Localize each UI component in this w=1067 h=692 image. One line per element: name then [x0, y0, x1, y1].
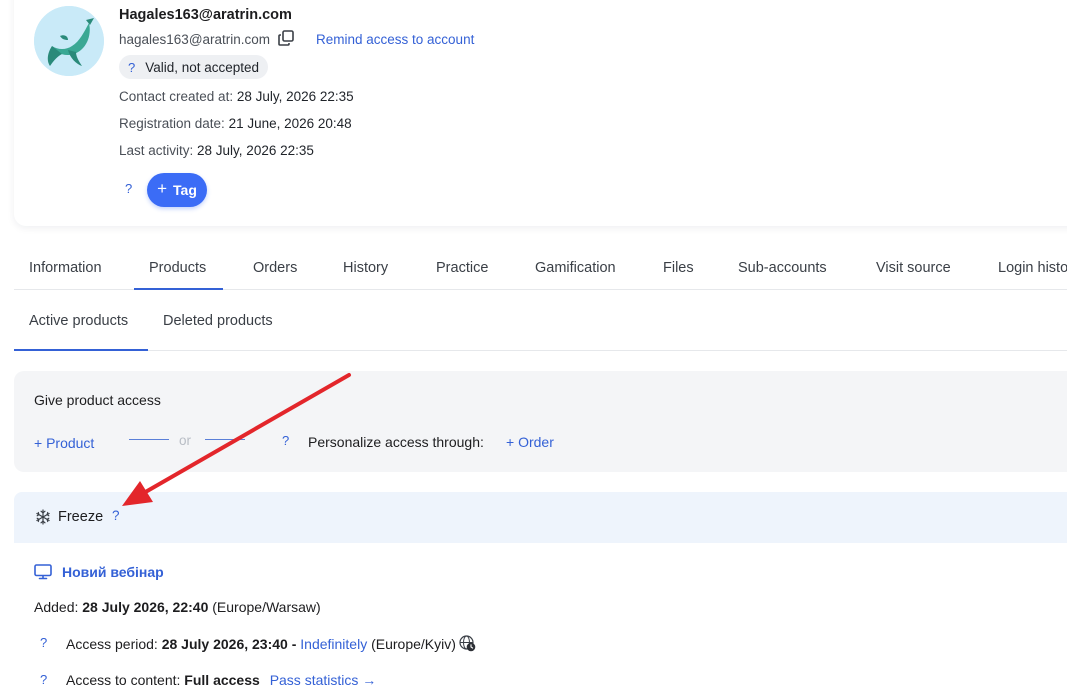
- active-subtab-indicator: [14, 349, 148, 351]
- freeze-bar: Freeze ?: [14, 492, 1067, 543]
- tab-information[interactable]: Information: [29, 260, 102, 276]
- registration-date: Registration date: 21 June, 2026 20:48: [119, 116, 352, 131]
- or-divider-left: [129, 439, 169, 440]
- content-label: Access to content:: [66, 672, 185, 688]
- or-text: or: [179, 433, 192, 448]
- last-activity-value: 28 July, 2026 22:35: [197, 143, 314, 158]
- freeze-label[interactable]: Freeze: [58, 509, 103, 525]
- registration-value: 21 June, 2026 20:48: [228, 116, 352, 131]
- access-period: Access period: 28 July 2026, 23:40 - Ind…: [66, 635, 476, 652]
- add-tag-button[interactable]: + Tag: [147, 173, 207, 207]
- status-help-icon[interactable]: ?: [128, 60, 135, 75]
- pass-statistics-link[interactable]: Pass statistics →: [270, 672, 377, 688]
- tab-history[interactable]: History: [343, 260, 388, 276]
- contact-created-label: Contact created at:: [119, 89, 237, 104]
- tab-visit-source[interactable]: Visit source: [876, 260, 951, 276]
- tab-login-history[interactable]: Login history: [998, 260, 1067, 276]
- access-period-value: 28 July 2026, 23:40 -: [161, 636, 301, 652]
- last-activity-label: Last activity:: [119, 143, 198, 158]
- tab-gamification[interactable]: Gamification: [535, 260, 616, 276]
- give-access-title: Give product access: [34, 392, 161, 408]
- content-access-help-icon[interactable]: ?: [40, 672, 47, 687]
- snowflake-icon: [36, 509, 50, 525]
- copy-icon[interactable]: [277, 29, 295, 47]
- subtab-active-products[interactable]: Active products: [29, 313, 128, 329]
- tab-practice[interactable]: Practice: [436, 260, 488, 276]
- tag-help-icon[interactable]: ?: [125, 181, 132, 196]
- added-label: Added:: [34, 599, 83, 615]
- last-activity: Last activity: 28 July, 2026 22:35: [119, 143, 314, 158]
- contact-created: Contact created at: 28 July, 2026 22:35: [119, 89, 354, 104]
- contact-created-value: 28 July, 2026 22:35: [236, 89, 354, 104]
- tag-button-label: Tag: [173, 182, 197, 198]
- access-timezone: (Europe/Kyiv): [367, 636, 456, 652]
- access-to-content: Access to content: Full access Pass stat…: [66, 672, 376, 688]
- registration-label: Registration date:: [119, 116, 229, 131]
- or-divider-right: [205, 439, 245, 440]
- content-value: Full access: [184, 672, 260, 688]
- add-order-link[interactable]: + Order: [506, 434, 554, 450]
- subtab-deleted-products[interactable]: Deleted products: [163, 313, 273, 329]
- add-product-link[interactable]: + Product: [34, 435, 94, 451]
- avatar-illustration-icon: [34, 6, 104, 76]
- access-period-help-icon[interactable]: ?: [40, 635, 47, 650]
- personalize-help-icon[interactable]: ?: [282, 433, 289, 448]
- remind-access-link[interactable]: Remind access to account: [316, 32, 474, 47]
- product-name-link[interactable]: Новий вебінар: [62, 564, 164, 580]
- monitor-icon: [34, 564, 52, 580]
- product-subtabs: Active products Deleted products: [14, 290, 1067, 351]
- profile-email: hagales163@aratrin.com: [119, 32, 271, 47]
- give-access-panel: Give product access + Product or ? Perso…: [14, 371, 1067, 472]
- tab-files[interactable]: Files: [663, 260, 694, 276]
- main-tabs: Information Products Orders History Prac…: [14, 246, 1067, 290]
- profile-name: Hagales163@aratrin.com: [119, 7, 292, 23]
- tab-orders[interactable]: Orders: [253, 260, 297, 276]
- personalize-label: Personalize access through:: [308, 434, 484, 450]
- avatar: [34, 6, 104, 76]
- freeze-help-icon[interactable]: ?: [112, 508, 120, 523]
- access-period-label: Access period:: [66, 636, 162, 652]
- tab-sub-accounts[interactable]: Sub-accounts: [738, 260, 827, 276]
- status-text: Valid, not accepted: [145, 59, 260, 75]
- tab-products[interactable]: Products: [149, 260, 206, 276]
- added-value: 28 July 2026, 22:40: [82, 599, 209, 615]
- status-badge: ? Valid, not accepted: [119, 55, 269, 79]
- access-period-end-link[interactable]: Indefinitely: [300, 636, 367, 652]
- globe-clock-icon[interactable]: [459, 635, 476, 652]
- plus-icon: +: [157, 179, 168, 198]
- added-timezone: (Europe/Warsaw): [208, 599, 321, 615]
- product-added: Added: 28 July 2026, 22:40 (Europe/Warsa…: [34, 599, 321, 615]
